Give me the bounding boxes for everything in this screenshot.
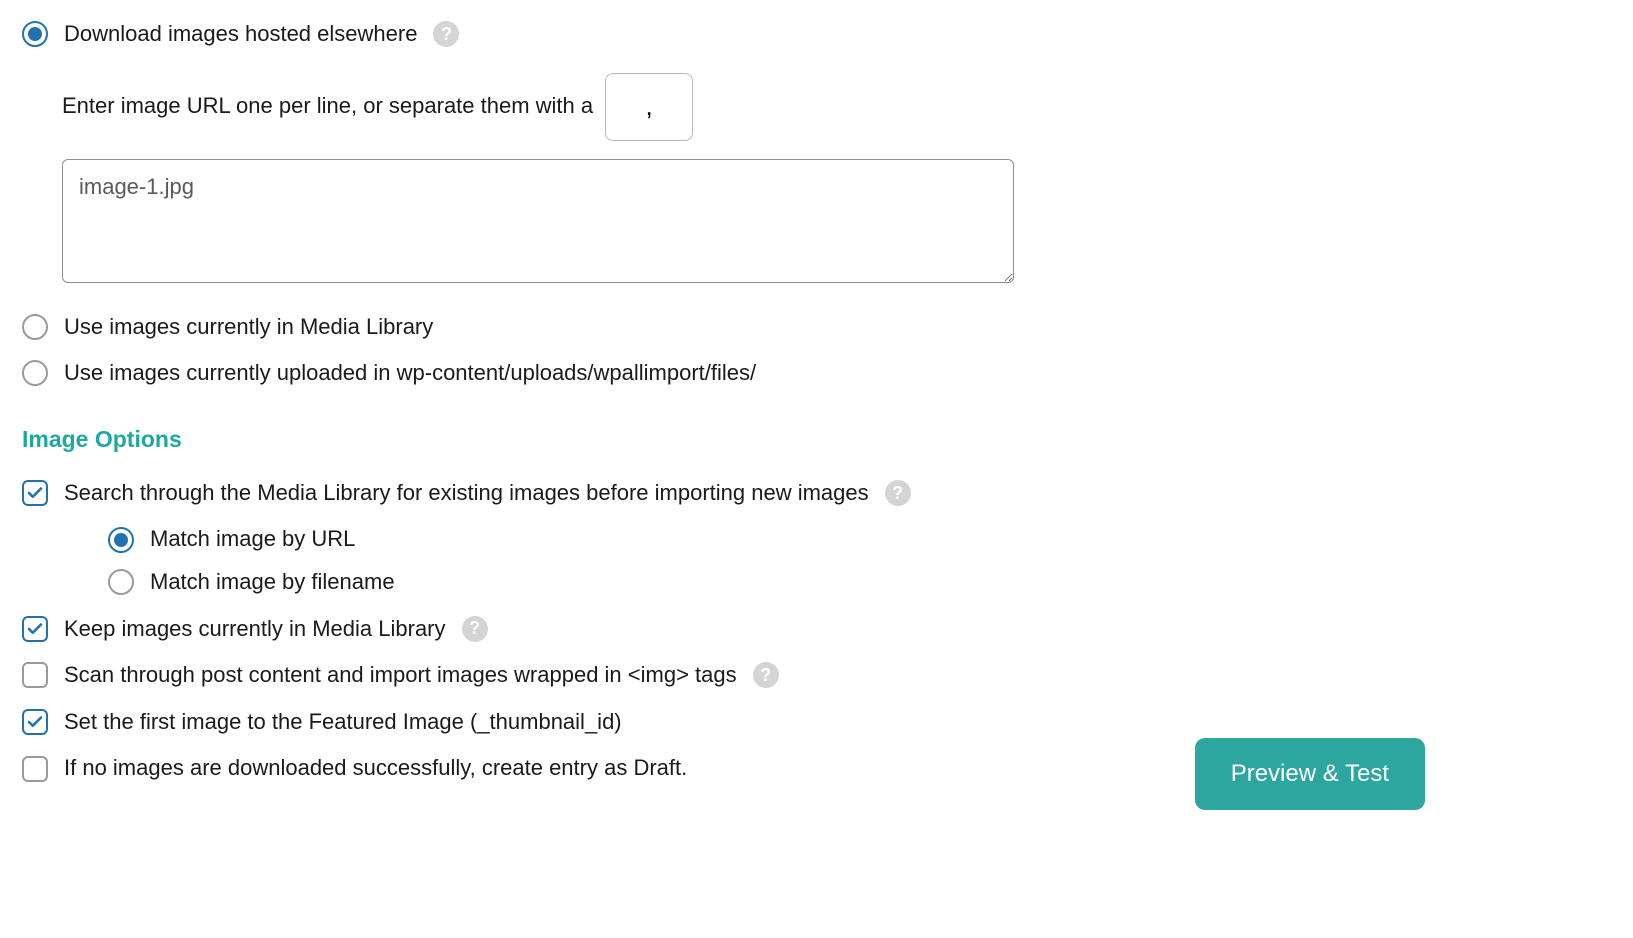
option-scan-content: Scan through post content and import ima…: [22, 661, 1611, 690]
preview-test-button[interactable]: Preview & Test: [1195, 738, 1425, 810]
radio-download-elsewhere[interactable]: [22, 21, 48, 47]
checkbox-scan-content[interactable]: [22, 662, 48, 688]
option-match-filename: Match image by filename: [22, 568, 1611, 597]
radio-match-filename[interactable]: [108, 569, 134, 595]
option-download-elsewhere: Download images hosted elsewhere ?: [22, 20, 1611, 49]
radio-match-url[interactable]: [108, 527, 134, 553]
label-uploads-folder: Use images currently uploaded in wp-cont…: [64, 359, 756, 388]
label-search-media: Search through the Media Library for exi…: [64, 479, 869, 508]
label-set-featured: Set the first image to the Featured Imag…: [64, 708, 622, 737]
radio-uploads-folder[interactable]: [22, 360, 48, 386]
option-set-featured: Set the first image to the Featured Imag…: [22, 708, 1611, 737]
option-match-url: Match image by URL: [22, 525, 1611, 554]
label-media-library: Use images currently in Media Library: [64, 313, 433, 342]
image-url-textarea[interactable]: [62, 159, 1014, 283]
option-keep-images: Keep images currently in Media Library ?: [22, 615, 1611, 644]
help-icon[interactable]: ?: [433, 21, 459, 47]
checkbox-draft-on-fail[interactable]: [22, 756, 48, 782]
label-draft-on-fail: If no images are downloaded successfully…: [64, 754, 687, 783]
separator-input[interactable]: [605, 73, 693, 141]
label-match-url: Match image by URL: [150, 525, 355, 554]
option-search-media: Search through the Media Library for exi…: [22, 479, 1611, 508]
help-icon[interactable]: ?: [462, 616, 488, 642]
option-uploads-folder: Use images currently uploaded in wp-cont…: [22, 359, 1611, 388]
label-download-elsewhere: Download images hosted elsewhere: [64, 20, 417, 49]
label-keep-images: Keep images currently in Media Library: [64, 615, 446, 644]
help-icon[interactable]: ?: [753, 662, 779, 688]
radio-media-library[interactable]: [22, 314, 48, 340]
check-icon: [26, 620, 44, 638]
checkbox-set-featured[interactable]: [22, 709, 48, 735]
option-media-library: Use images currently in Media Library: [22, 313, 1611, 342]
check-icon: [26, 484, 44, 502]
image-options-heading: Image Options: [22, 426, 1611, 453]
checkbox-keep-images[interactable]: [22, 616, 48, 642]
url-hint-text: Enter image URL one per line, or separat…: [62, 92, 593, 121]
label-match-filename: Match image by filename: [150, 568, 395, 597]
url-hint-row: Enter image URL one per line, or separat…: [62, 73, 1611, 141]
check-icon: [26, 713, 44, 731]
label-scan-content: Scan through post content and import ima…: [64, 661, 737, 690]
checkbox-search-media[interactable]: [22, 480, 48, 506]
help-icon[interactable]: ?: [885, 480, 911, 506]
